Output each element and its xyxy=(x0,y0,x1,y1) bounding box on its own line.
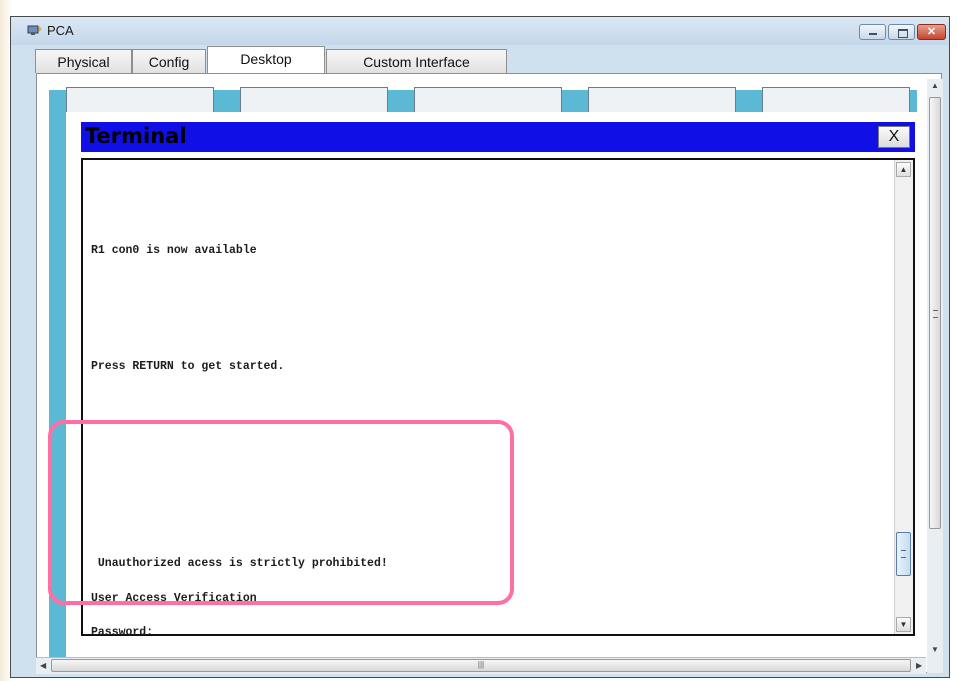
panel-horizontal-scrollbar[interactable]: ◀ ||| ▶ xyxy=(36,657,926,674)
horizontal-scrollbar-thumb[interactable]: ||| xyxy=(51,659,911,672)
close-button[interactable]: ✕ xyxy=(917,24,946,40)
scrollbar-corner xyxy=(927,659,943,673)
close-icon: ✕ xyxy=(926,26,937,38)
desktop-app-icon[interactable] xyxy=(762,87,910,115)
scroll-right-arrow-icon[interactable]: ▶ xyxy=(916,661,922,670)
panel-vertical-scrollbar[interactable]: ▲ ▼ xyxy=(927,79,943,659)
window-titlebar: PCA ✕ xyxy=(11,17,949,45)
tab-desktop[interactable]: Desktop xyxy=(207,46,325,74)
minimize-button[interactable] xyxy=(859,24,886,40)
terminal-line: Password: xyxy=(91,626,154,639)
terminal-line: Press RETURN to get started. xyxy=(91,360,285,373)
desktop-app-icon[interactable] xyxy=(414,87,562,115)
tab-custom-interface[interactable]: Custom Interface xyxy=(326,49,507,73)
terminal-close-button[interactable]: X xyxy=(878,126,910,148)
minimize-icon xyxy=(869,33,877,35)
terminal-title: Terminal xyxy=(85,124,187,148)
app-window: PCA ✕ Physical Config Desktop Custom Int… xyxy=(10,16,950,678)
terminal-scrollbar[interactable]: ▲ ▼ xyxy=(894,160,913,634)
desktop-app-icon[interactable] xyxy=(588,87,736,115)
desktop-app-icon[interactable] xyxy=(66,87,214,115)
scroll-up-arrow-icon[interactable]: ▲ xyxy=(896,162,911,177)
maximize-icon xyxy=(898,29,908,38)
app-icon xyxy=(27,25,42,35)
scroll-left-arrow-icon[interactable]: ◀ xyxy=(40,661,46,670)
window-title: PCA xyxy=(47,23,74,38)
terminal-titlebar: Terminal X xyxy=(81,122,915,152)
maximize-button[interactable] xyxy=(888,24,915,40)
highlight-annotation xyxy=(48,420,514,605)
tab-physical[interactable]: Physical xyxy=(35,49,132,73)
vertical-scrollbar-thumb[interactable] xyxy=(929,97,941,529)
scroll-down-arrow-icon[interactable]: ▼ xyxy=(896,617,911,632)
tab-config[interactable]: Config xyxy=(132,49,206,73)
scroll-up-arrow-icon[interactable]: ▲ xyxy=(931,81,939,90)
terminal-line: R1 con0 is now available xyxy=(91,244,257,257)
scrollbar-thumb[interactable] xyxy=(896,532,911,576)
desktop-app-icon[interactable] xyxy=(240,87,388,115)
scroll-down-arrow-icon[interactable]: ▼ xyxy=(931,645,939,654)
